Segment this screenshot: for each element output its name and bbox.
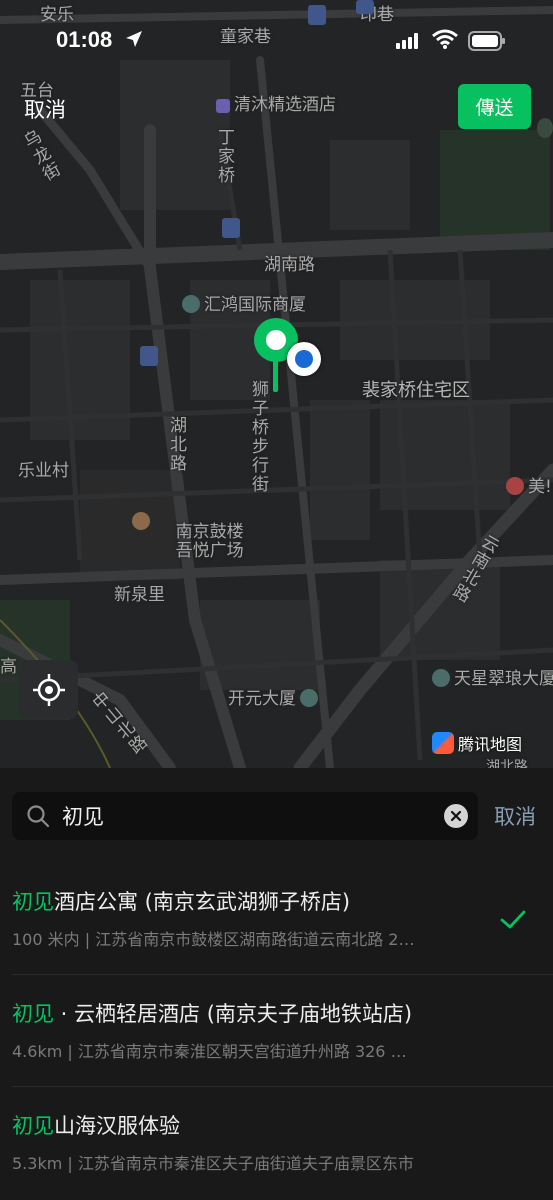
current-location-dot bbox=[287, 342, 321, 376]
search-panel: 取消 初见酒店公寓 (南京玄武湖狮子桥店) 100 米内 | 江苏省南京市鼓楼区… bbox=[0, 768, 553, 1200]
bus-stop-icon bbox=[222, 218, 240, 238]
building-poi: 汇鸿国际商厦 bbox=[182, 290, 306, 315]
send-button[interactable]: 傳送 bbox=[458, 84, 531, 129]
map-label: 新泉里 bbox=[114, 585, 165, 605]
map-view[interactable]: 安乐 童家巷 印巷 清沐精选酒店 五台 乌龙街 丁家桥 湖南路 汇鸿国际商厦 狮… bbox=[0, 0, 553, 768]
result-highlight: 初见 bbox=[12, 1114, 54, 1138]
search-result-item[interactable]: 初见 · 云栖轻居酒店 (南京夫子庙地铁站店) 4.6km | 江苏省南京市秦淮… bbox=[0, 880, 553, 1087]
hotel-icon bbox=[216, 99, 230, 113]
mall-poi: 南京鼓楼 吾悦广场 bbox=[132, 504, 244, 580]
result-address: 5.3km | 江苏省南京市秦淮区夫子庙街道夫子庙景区东市 bbox=[12, 1154, 414, 1173]
road-label: 湖北路 bbox=[486, 759, 528, 768]
result-name: 山海汉服体验 bbox=[54, 1114, 180, 1138]
road-label: 湖南路 bbox=[264, 255, 315, 275]
road-label: 湖北路 bbox=[166, 416, 186, 473]
wifi-icon bbox=[432, 29, 458, 49]
bus-stop-icon bbox=[140, 346, 158, 366]
hotel-poi: 清沐精选酒店 bbox=[216, 90, 336, 115]
street-label: 狮子桥步行街 bbox=[248, 380, 268, 494]
signal-icon bbox=[396, 33, 418, 49]
building-icon bbox=[182, 295, 200, 313]
map-label: 丁家桥 bbox=[214, 128, 234, 185]
battery-icon bbox=[468, 31, 505, 51]
locate-me-button[interactable] bbox=[19, 660, 78, 719]
map-label: 高 bbox=[0, 657, 17, 677]
poi-icon bbox=[537, 118, 553, 138]
map-brand: 腾讯地图 bbox=[432, 731, 522, 755]
result-title: 初见山海汉服体验 bbox=[12, 1110, 180, 1140]
mall-icon bbox=[132, 512, 150, 530]
building-poi: 天星翠琅大厦 bbox=[432, 664, 553, 689]
status-bar: 01:08 bbox=[0, 0, 553, 84]
hospital-poi: 美! bbox=[506, 472, 552, 497]
crosshair-icon bbox=[32, 673, 65, 706]
tencent-map-logo-icon bbox=[432, 732, 454, 754]
search-result-item[interactable]: 初见酒店公寓 (南京玄武湖狮子桥店) 100 米内 | 江苏省南京市鼓楼区湖南路… bbox=[0, 768, 553, 975]
hospital-icon bbox=[506, 477, 524, 495]
location-arrow-icon bbox=[126, 31, 142, 47]
building-icon bbox=[432, 669, 450, 687]
clock: 01:08 bbox=[56, 27, 113, 52]
cancel-button[interactable]: 取消 bbox=[24, 94, 66, 124]
building-poi: 开元大厦 bbox=[228, 684, 322, 709]
area-label: 裴家桥住宅区 bbox=[362, 380, 470, 401]
search-result-item[interactable]: 初见山海汉服体验 5.3km | 江苏省南京市秦淮区夫子庙街道夫子庙景区东市 bbox=[0, 992, 553, 1173]
map-label: 乐业村 bbox=[18, 461, 69, 481]
brand-label: 腾讯地图 bbox=[458, 735, 523, 754]
building-icon bbox=[300, 689, 318, 707]
